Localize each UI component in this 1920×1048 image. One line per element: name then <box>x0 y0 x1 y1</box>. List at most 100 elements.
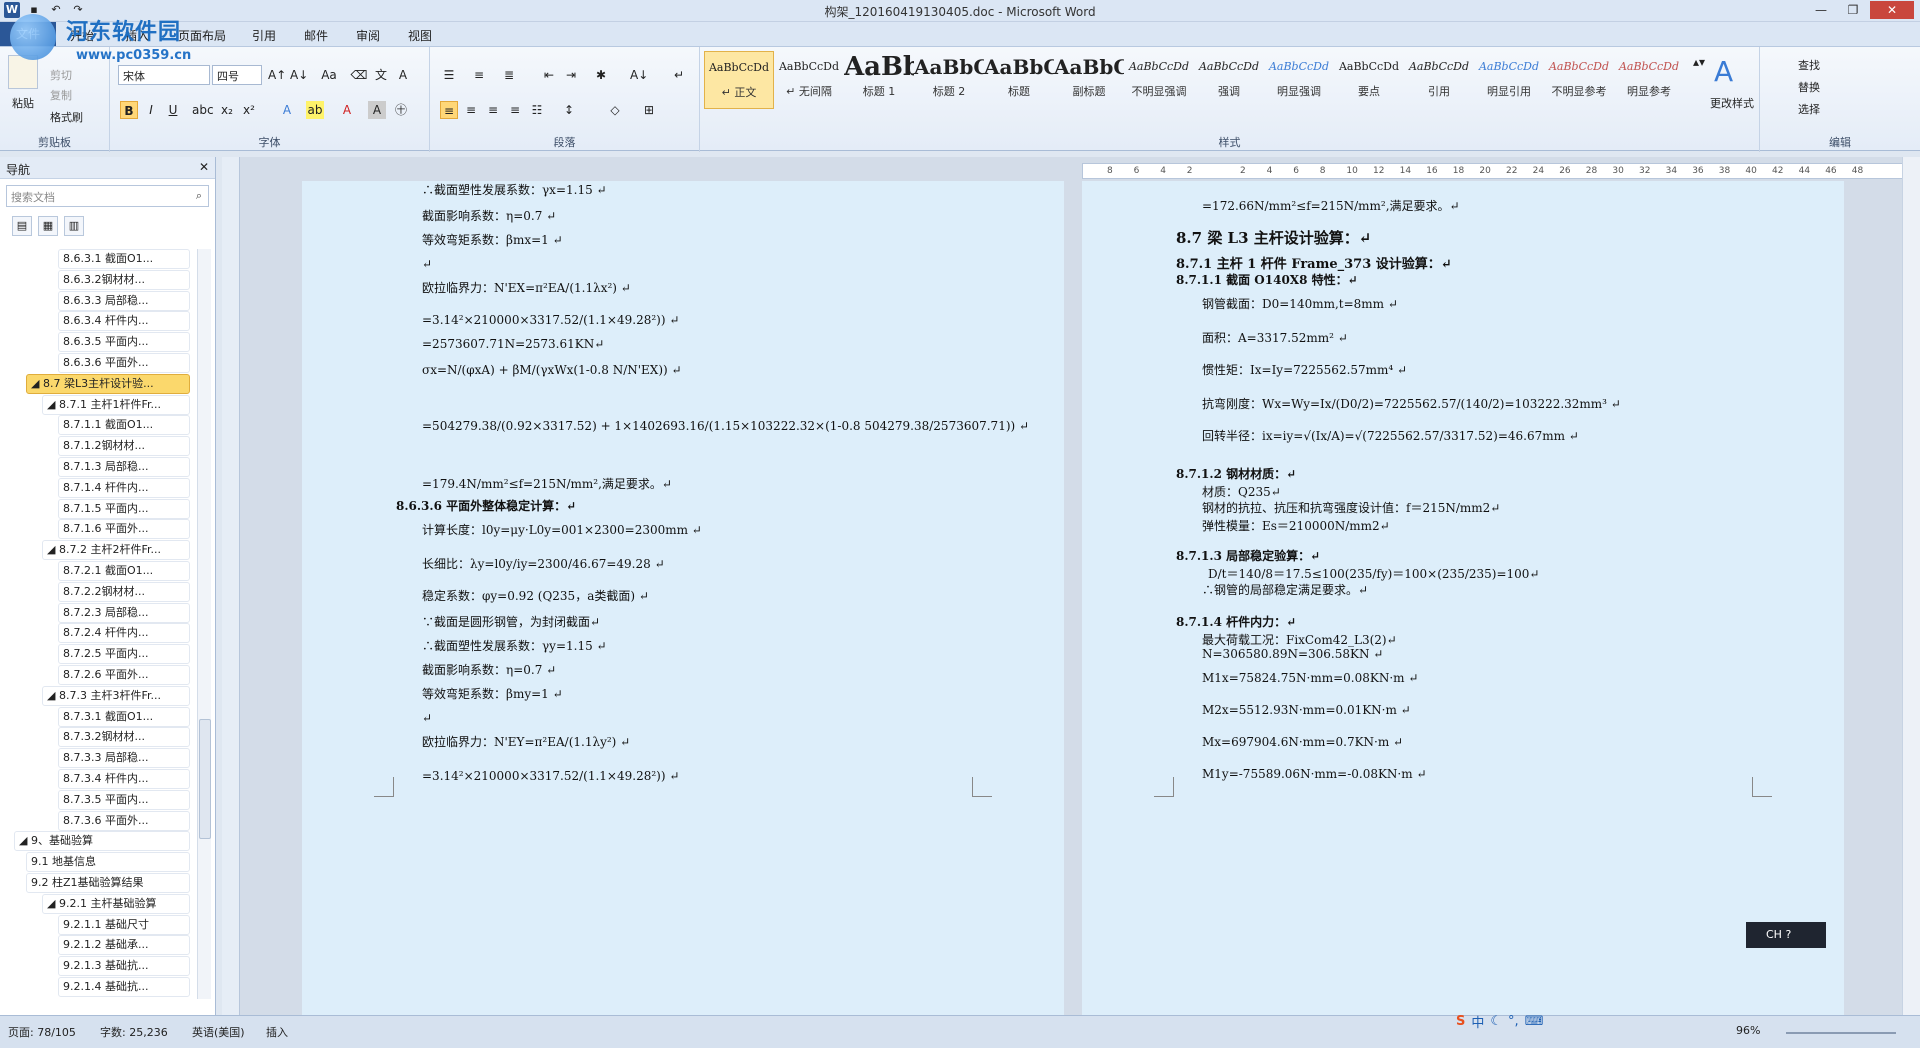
nav-item[interactable]: 8.7.1.1 截面O1... <box>58 415 190 436</box>
nav-scrollbar[interactable] <box>197 249 211 999</box>
char-border-icon[interactable]: A <box>394 66 412 84</box>
change-styles-button[interactable]: 更改样式 <box>1710 95 1754 111</box>
nav-item[interactable]: 8.7.2.2钢材材... <box>58 581 190 602</box>
nav-item[interactable]: 8.7.2.1 截面O1... <box>58 561 190 581</box>
nav-item[interactable]: 8.7.2.4 杆件内... <box>58 623 190 644</box>
font-color-icon[interactable]: A <box>338 101 356 119</box>
bullets-icon[interactable]: ☰ <box>440 66 458 84</box>
style-tile[interactable]: AaBbCcDd 不明显强调 <box>1124 51 1194 109</box>
nav-item[interactable]: 8.6.3.6 平面外... <box>58 353 190 373</box>
nav-item[interactable]: 8.6.3.4 杆件内... <box>58 311 190 332</box>
status-language[interactable]: 英语(美国) <box>192 1024 245 1040</box>
underline-icon[interactable]: U <box>164 101 182 119</box>
document-scrollbar[interactable] <box>1902 157 1920 1015</box>
nav-item[interactable]: ◢ 8.7 梁L3主杆设计验... <box>26 373 190 394</box>
change-styles-icon[interactable]: A <box>1714 55 1733 88</box>
nav-item[interactable]: ◢ 8.7.3 主杆3杆件Fr... <box>42 685 190 706</box>
style-tile[interactable]: AaBbC 标题 <box>984 51 1054 109</box>
nav-item[interactable]: 8.7.2.5 平面内... <box>58 644 190 665</box>
sogou-icon[interactable]: S <box>1456 1014 1465 1029</box>
nav-item[interactable]: 8.6.3.1 截面O1... <box>58 249 190 269</box>
nav-item[interactable]: 8.7.1.4 杆件内... <box>58 477 190 498</box>
shrink-font-icon[interactable]: A↓ <box>290 66 308 84</box>
change-case-icon[interactable]: Aa <box>320 66 338 84</box>
style-tile[interactable]: AaBbCcDd 明显强调 <box>1264 51 1334 109</box>
style-tile[interactable]: AaBbCcDd 明显引用 <box>1474 51 1544 109</box>
close-button[interactable]: ✕ <box>1870 1 1914 19</box>
nav-item[interactable]: ◢ 8.7.2 主杆2杆件Fr... <box>42 540 190 561</box>
tab-references[interactable]: 引用 <box>252 27 276 44</box>
chinese-layout-icon[interactable]: ✱ <box>592 66 610 84</box>
paste-button[interactable]: 粘贴 <box>12 95 34 111</box>
pages-view-icon[interactable]: ▦ <box>38 216 58 236</box>
nav-item[interactable]: ◢ 9、基础验算 <box>14 831 190 852</box>
nav-item[interactable]: 8.7.2.3 局部稳... <box>58 602 190 623</box>
italic-icon[interactable]: I <box>142 101 160 119</box>
nav-item[interactable]: 9.2 柱Z1基础验算结果 <box>26 873 190 893</box>
strikethrough-icon[interactable]: abc <box>192 101 214 119</box>
text-effects-icon[interactable]: A <box>278 101 296 119</box>
ime-language-box[interactable]: CH ? <box>1746 922 1826 948</box>
ime-chinese-icon[interactable]: 中 <box>1471 1012 1484 1031</box>
nav-item[interactable]: 8.7.3.5 平面内... <box>58 789 190 810</box>
style-tile[interactable]: AaBb 标题 1 <box>844 51 914 109</box>
nav-item[interactable]: 8.7.3.6 平面外... <box>58 810 190 831</box>
nav-item[interactable]: 8.7.3.2钢材材... <box>58 727 190 748</box>
copy-button[interactable]: 复制 <box>50 87 72 103</box>
clear-format-icon[interactable]: ⌫ <box>350 66 368 84</box>
nav-scroll-thumb[interactable] <box>199 719 211 839</box>
phonetic-guide-icon[interactable]: 文 <box>372 66 390 84</box>
bold-icon[interactable]: B <box>120 101 138 119</box>
zoom-level[interactable]: 96% <box>1736 1024 1760 1037</box>
style-tile[interactable]: AaBbCcDd ↵ 正文 <box>704 51 774 109</box>
char-shading-icon[interactable]: A <box>368 101 386 119</box>
superscript-icon[interactable]: x² <box>240 101 258 119</box>
cut-button[interactable]: 剪切 <box>50 67 72 83</box>
style-tile[interactable]: AaBbCcDd 要点 <box>1334 51 1404 109</box>
tab-view[interactable]: 视图 <box>408 27 432 44</box>
minimize-button[interactable]: — <box>1806 1 1836 19</box>
nav-item[interactable]: 8.7.3.1 截面O1... <box>58 706 190 727</box>
nav-item[interactable]: 8.6.3.3 局部稳... <box>58 290 190 311</box>
restore-button[interactable]: ❐ <box>1838 1 1868 19</box>
nav-item[interactable]: 8.7.3.4 杆件内... <box>58 769 190 789</box>
styles-scroll-icon[interactable]: ▴▾ <box>1692 55 1706 107</box>
nav-item[interactable]: 9.1 地基信息 <box>26 852 190 873</box>
tab-review[interactable]: 审阅 <box>356 27 380 44</box>
align-center-icon[interactable]: ≡ <box>462 101 480 119</box>
font-size-select[interactable]: 四号 <box>212 65 262 85</box>
align-left-icon[interactable]: ≡ <box>440 101 458 119</box>
style-tile[interactable]: AaBbCcDd 引用 <box>1404 51 1474 109</box>
ime-keyboard-icon[interactable]: ⌨ <box>1525 1014 1544 1029</box>
page-left[interactable]: ∴截面塑性发展系数：γx=1.15 ↵ 截面影响系数：η=0.7 ↵ 等效弯矩系数：… <box>302 181 1064 1015</box>
justify-icon[interactable]: ≡ <box>506 101 524 119</box>
replace-button[interactable]: 替换 <box>1798 79 1820 95</box>
style-tile[interactable]: AaBbCcDd 强调 <box>1194 51 1264 109</box>
grow-font-icon[interactable]: A↑ <box>268 66 286 84</box>
distribute-icon[interactable]: ☷ <box>528 101 546 119</box>
ime-moon-icon[interactable]: ☾ <box>1490 1014 1502 1029</box>
search-icon[interactable]: ⌕ <box>196 189 202 203</box>
nav-search-input[interactable]: 搜索文档 ⌕ <box>6 185 209 207</box>
format-painter-button[interactable]: 格式刷 <box>50 109 83 125</box>
decrease-indent-icon[interactable]: ⇤ <box>540 66 558 84</box>
nav-item[interactable]: 9.2.1.2 基础承... <box>58 935 190 956</box>
status-words[interactable]: 字数: 25,236 <box>100 1024 168 1040</box>
zoom-slider[interactable] <box>1786 1032 1896 1034</box>
style-tile[interactable]: AaBbCcDd ↵ 无间隔 <box>774 51 844 109</box>
style-tile[interactable]: AaBbCcDd 不明显参考 <box>1544 51 1614 109</box>
line-spacing-icon[interactable]: ↕ <box>560 101 578 119</box>
status-page[interactable]: 页面: 78/105 <box>8 1024 76 1040</box>
nav-item[interactable]: ◢ 9.2.1 主杆基础验算 <box>42 893 190 914</box>
select-button[interactable]: 选择 <box>1798 101 1820 117</box>
style-tile[interactable]: AaBbC 标题 2 <box>914 51 984 109</box>
subscript-icon[interactable]: x₂ <box>218 101 236 119</box>
find-button[interactable]: 查找 <box>1798 57 1820 73</box>
align-right-icon[interactable]: ≡ <box>484 101 502 119</box>
numbering-icon[interactable]: ≡ <box>470 66 488 84</box>
nav-close-icon[interactable]: ✕ <box>199 160 209 174</box>
font-name-select[interactable]: 宋体 <box>118 65 210 85</box>
borders-icon[interactable]: ⊞ <box>640 101 658 119</box>
ime-punct-icon[interactable]: °, <box>1508 1014 1519 1029</box>
nav-item[interactable]: 8.7.1.6 平面外... <box>58 519 190 540</box>
